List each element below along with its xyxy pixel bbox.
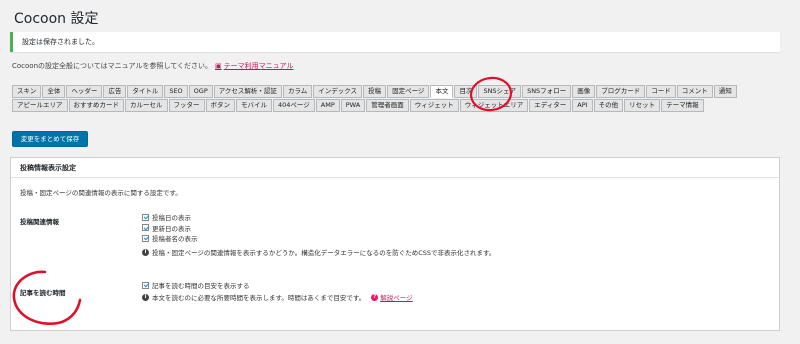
tab-37[interactable]: テーマ情報 (661, 99, 704, 112)
tab-26[interactable]: モバイル (236, 99, 272, 112)
manual-line: Cocoonの設定全般についてはマニュアルを参照してください。 ▣ テーマ利用マニュ… (12, 61, 293, 71)
tab-9[interactable]: インデックス (313, 85, 363, 98)
tab-16[interactable]: 画像 (572, 85, 596, 98)
checkbox-icon[interactable] (142, 224, 149, 232)
tab-22[interactable]: おすすめカード (68, 99, 124, 112)
checkbox-post-date[interactable]: 投稿日の表示 (142, 212, 495, 223)
tab-23[interactable]: カルーセル (125, 99, 168, 112)
checkbox-icon[interactable] (142, 213, 149, 221)
checkbox-reading-time[interactable]: 記事を読む時間の目安を表示する (142, 280, 413, 291)
settings-tabs: スキン 全体 ヘッダー 広告 タイトル SEO OGP アクセス解析・認証 カラム インデックス投… (12, 85, 782, 112)
post-meta-label: 投稿関連情報 (20, 218, 59, 226)
help-page-link[interactable]: ? 解説ページ (371, 292, 413, 302)
checkbox-label: 投稿日の表示 (152, 214, 191, 223)
manual-text: Cocoonの設定全般についてはマニュアルを参照してください。 (12, 62, 213, 70)
reading-time-info-text: 本文を読むのに必要な所要時間を表示します。時間はあくまで目安です。 (152, 294, 366, 302)
tab-34[interactable]: API (572, 99, 593, 112)
reading-time-options: 記事を読む時間の目安を表示する i 本文を読むのに必要な所要時間を表示します。時間… (142, 280, 413, 303)
tab-8[interactable]: カラム (282, 85, 313, 98)
tab-24[interactable]: フッター (168, 99, 205, 112)
tab-31[interactable]: ウィジェット (409, 99, 459, 112)
checkbox-author-name[interactable]: 投稿者名の表示 (142, 233, 495, 244)
info-icon: i (142, 248, 149, 256)
tab-18[interactable]: コード (646, 85, 676, 98)
settings-saved-notice: 設定は保存されました。 (10, 32, 780, 52)
tab-12[interactable]: 本文 (430, 85, 454, 98)
tab-2[interactable]: ヘッダー (66, 85, 103, 98)
checkbox-label: 投稿者名の表示 (152, 235, 198, 244)
tab-27[interactable]: 404ページ (273, 99, 315, 112)
post-meta-options: 投稿日の表示 更新日の表示 投稿者名の表示 i 投稿・固定ページの関連情報を表示す… (142, 212, 495, 258)
tab-0[interactable]: スキン (12, 85, 42, 98)
tab-14[interactable]: SNSシェア (478, 85, 522, 98)
checkbox-icon[interactable] (142, 234, 149, 242)
tab-11[interactable]: 固定ページ (387, 85, 430, 98)
checkbox-icon[interactable] (142, 281, 149, 289)
help-link-label: 解説ページ (380, 294, 413, 302)
save-all-button[interactable]: 変更をまとめて保存 (12, 131, 88, 147)
tab-29[interactable]: PWA (340, 99, 366, 112)
settings-panel: 投稿情報表示設定 投稿・固定ページの関連情報の表示に関する設定です。 投稿関連情… (10, 157, 780, 331)
tab-15[interactable]: SNSフォロー (522, 85, 572, 98)
manual-link-label: テーマ利用マニュアル (223, 62, 294, 70)
tab-13[interactable]: 目次 (454, 85, 478, 98)
help-icon: ? (371, 293, 379, 301)
reading-time-info: i 本文を読むのに必要な所要時間を表示します。時間はあくまで目安です。? 解説ページ (142, 292, 413, 303)
panel-heading: 投稿情報表示設定 (11, 158, 779, 178)
tab-32[interactable]: ウィジェットエリア (459, 99, 529, 112)
tab-30[interactable]: 管理者画面 (366, 99, 409, 112)
tab-4[interactable]: タイトル (127, 85, 164, 98)
tab-7[interactable]: アクセス解析・認証 (213, 85, 282, 98)
tab-10[interactable]: 投稿 (363, 85, 387, 98)
tab-33[interactable]: エディター (529, 99, 572, 112)
checkbox-updated-date[interactable]: 更新日の表示 (142, 223, 495, 234)
post-meta-info: i 投稿・固定ページの関連情報を表示するかどうか。構造化データエラーになるのを防ぐ… (142, 247, 495, 258)
tab-21[interactable]: アピールエリア (12, 99, 68, 112)
page-title: Cocoon 設定 (14, 11, 99, 27)
notice-text: 設定は保存されました。 (22, 38, 99, 46)
tab-25[interactable]: ボタン (205, 99, 235, 112)
tab-20[interactable]: 通知 (713, 85, 737, 98)
checkbox-label: 更新日の表示 (152, 224, 191, 233)
manual-link[interactable]: ▣ テーマ利用マニュアル (215, 62, 293, 70)
post-meta-info-text: 投稿・固定ページの関連情報を表示するかどうか。構造化データエラーになるのを防ぐた… (152, 249, 496, 257)
tab-6[interactable]: OGP (188, 85, 213, 98)
book-icon: ▣ (215, 62, 222, 70)
reading-time-label: 記事を読む時間 (20, 289, 66, 297)
info-icon: i (142, 293, 149, 301)
tab-3[interactable]: 広告 (103, 85, 127, 98)
tab-19[interactable]: コメント (676, 85, 713, 98)
tab-28[interactable]: AMP (315, 99, 340, 112)
tab-36[interactable]: リセット (624, 99, 661, 112)
tab-35[interactable]: その他 (593, 99, 624, 112)
tab-5[interactable]: SEO (164, 85, 188, 98)
tab-17[interactable]: ブログカード (596, 85, 646, 98)
panel-description: 投稿・固定ページの関連情報の表示に関する設定です。 (20, 189, 182, 197)
tab-1[interactable]: 全体 (42, 85, 66, 98)
checkbox-label: 記事を読む時間の目安を表示する (152, 282, 250, 291)
